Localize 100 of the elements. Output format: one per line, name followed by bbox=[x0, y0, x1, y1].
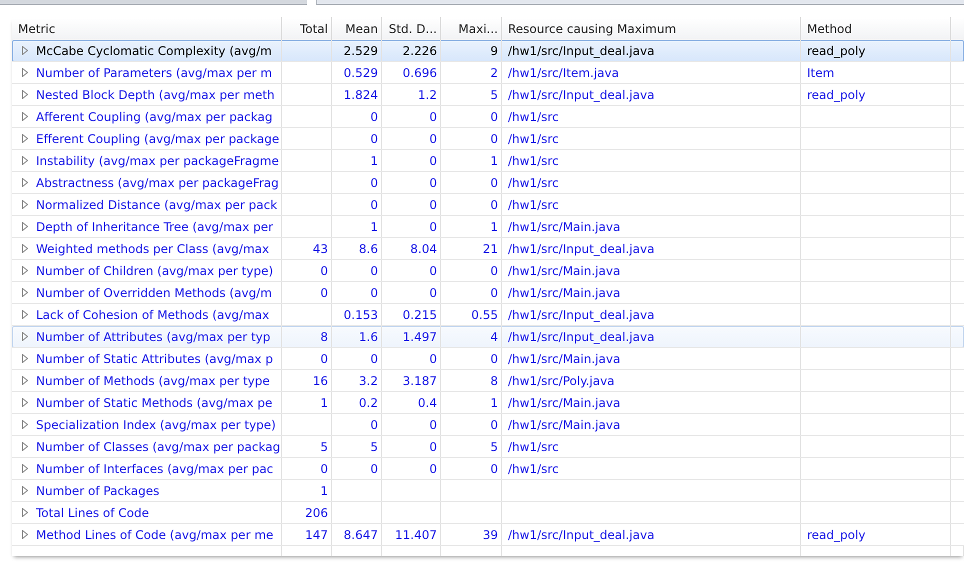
table-cell: Number of Attributes (avg/max per typ bbox=[36, 330, 270, 344]
table-cell: /hw1/src bbox=[508, 110, 559, 124]
expand-arrow-icon[interactable] bbox=[22, 442, 28, 451]
table-row[interactable]: Number of Interfaces (avg/max per pac 0 0 0 0 /hw1/src bbox=[12, 458, 964, 480]
table-cell: /hw1/src/Main.java bbox=[508, 220, 620, 234]
table-cell: /hw1/src/Item.java bbox=[508, 66, 619, 80]
expand-arrow-icon[interactable] bbox=[22, 266, 28, 275]
table-cell: 0 bbox=[370, 132, 378, 146]
table-cell: 0 bbox=[429, 418, 437, 432]
table-row[interactable]: Number of Attributes (avg/max per typ 8 1.6 1.497 4 /hw1/src/Input_deal.java bbox=[12, 326, 964, 348]
table-row[interactable]: Instability (avg/max per packageFragme 1 0 1 /hw1/src bbox=[12, 150, 964, 172]
table-cell: /hw1/src bbox=[508, 132, 559, 146]
expand-arrow-icon[interactable] bbox=[22, 354, 28, 363]
table-cell: 0 bbox=[429, 220, 437, 234]
expand-arrow-icon[interactable] bbox=[22, 46, 28, 55]
expand-arrow-icon[interactable] bbox=[22, 464, 28, 473]
table-row[interactable]: Abstractness (avg/max per packageFrag 0 0 0 /hw1/src bbox=[12, 172, 964, 194]
table-cell: Total Lines of Code bbox=[36, 506, 150, 520]
table-row[interactable]: Total Lines of Code 206 bbox=[12, 502, 964, 524]
table-row[interactable]: Efferent Coupling (avg/max per package 0 0 0 /hw1/src bbox=[12, 128, 964, 150]
table-cell: 0 bbox=[490, 198, 498, 212]
expand-arrow-icon[interactable] bbox=[22, 420, 28, 429]
table-cell: 0 bbox=[429, 352, 437, 366]
table-cell: 8 bbox=[320, 330, 328, 344]
table-cell: /hw1/src/Main.java bbox=[508, 396, 620, 410]
table-cell: Number of Children (avg/max per type) bbox=[36, 264, 274, 278]
table-row[interactable]: Number of Children (avg/max per type) 0 0 0 0 /hw1/src/Main.java bbox=[12, 260, 964, 282]
table-row[interactable]: McCabe Cyclomatic Complexity (avg/m 2.529 2.226 9 /hw1/src/Input_deal.java read_poly bbox=[12, 40, 964, 62]
table-cell: 147 bbox=[305, 528, 328, 542]
table-row[interactable]: Specialization Index (avg/max per type) 0 0 0 /hw1/src/Main.java bbox=[12, 414, 964, 436]
table-row[interactable]: Number of Methods (avg/max per type 16 3.2 3.187 8 /hw1/src/Poly.java bbox=[12, 370, 964, 392]
table-cell: 0 bbox=[490, 418, 498, 432]
table-cell: 0.2 bbox=[358, 396, 378, 410]
table-cell: Instability (avg/max per packageFragme bbox=[36, 154, 279, 168]
table-row[interactable]: Nested Block Depth (avg/max per meth 1.824 1.2 5 /hw1/src/Input_deal.java read_poly bbox=[12, 84, 964, 106]
table-cell: 5 bbox=[370, 440, 378, 454]
expand-arrow-icon[interactable] bbox=[22, 244, 28, 253]
table-cell: Number of Classes (avg/max per packag bbox=[36, 440, 280, 454]
table-cell: 0.529 bbox=[344, 66, 378, 80]
table-row[interactable]: Number of Static Attributes (avg/max p 0 0 0 0 /hw1/src/Main.java bbox=[12, 348, 964, 370]
table-cell: Lack of Cohesion of Methods (avg/max bbox=[36, 308, 270, 322]
expand-arrow-icon[interactable] bbox=[22, 90, 28, 99]
table-row[interactable]: Depth of Inheritance Tree (avg/max per 1 0 1 /hw1/src/Main.java bbox=[12, 216, 964, 238]
table-row[interactable]: Normalized Distance (avg/max per pack 0 0 0 /hw1/src bbox=[12, 194, 964, 216]
table-cell: 1.497 bbox=[402, 330, 437, 344]
table-cell: 0.4 bbox=[418, 396, 437, 410]
table-row[interactable]: Number of Packages 1 bbox=[12, 480, 964, 502]
table-cell: 0 bbox=[490, 352, 498, 366]
table-cell: 21 bbox=[482, 242, 498, 256]
expand-arrow-icon[interactable] bbox=[22, 200, 28, 209]
expand-arrow-icon[interactable] bbox=[22, 376, 28, 385]
table-cell: 0 bbox=[490, 286, 498, 300]
table-cell: Number of Static Attributes (avg/max p bbox=[36, 352, 273, 366]
expand-arrow-icon[interactable] bbox=[22, 508, 28, 517]
table-cell: 3.2 bbox=[358, 374, 378, 388]
expand-arrow-icon[interactable] bbox=[22, 486, 28, 495]
expand-arrow-icon[interactable] bbox=[22, 398, 28, 407]
table-cell: 1 bbox=[490, 220, 498, 234]
table-cell: 0 bbox=[490, 462, 498, 476]
table-cell: /hw1/src bbox=[508, 462, 559, 476]
table-cell: /hw1/src/Main.java bbox=[508, 286, 620, 300]
expand-arrow-icon[interactable] bbox=[22, 288, 28, 297]
table-cell: Number of Interfaces (avg/max per pac bbox=[36, 462, 274, 476]
table-cell: 39 bbox=[482, 528, 498, 542]
expand-arrow-icon[interactable] bbox=[22, 112, 28, 121]
expand-arrow-icon[interactable] bbox=[22, 222, 28, 231]
table-cell: 0 bbox=[370, 198, 378, 212]
table-cell: Afferent Coupling (avg/max per packag bbox=[36, 110, 272, 124]
table-cell: 0 bbox=[429, 440, 437, 454]
table-cell: 0 bbox=[490, 176, 498, 190]
expand-arrow-icon[interactable] bbox=[22, 530, 28, 539]
expand-arrow-icon[interactable] bbox=[22, 156, 28, 165]
table-cell: 5 bbox=[320, 440, 328, 454]
expand-arrow-icon[interactable] bbox=[22, 310, 28, 319]
table-cell: 2.226 bbox=[402, 44, 437, 58]
table-cell: 0.696 bbox=[402, 66, 437, 80]
expand-arrow-icon[interactable] bbox=[22, 68, 28, 77]
table-cell: Number of Methods (avg/max per type bbox=[36, 374, 270, 388]
table-cell: 0 bbox=[370, 462, 378, 476]
table-row[interactable]: Number of Overridden Methods (avg/m 0 0 0 0 /hw1/src/Main.java bbox=[12, 282, 964, 304]
table-cell: /hw1/src/Main.java bbox=[508, 352, 620, 366]
table-row[interactable]: Number of Classes (avg/max per packag 5 5 0 5 /hw1/src bbox=[12, 436, 964, 458]
table-row[interactable]: Number of Parameters (avg/max per m 0.529 0.696 2 /hw1/src/Item.java Item bbox=[12, 62, 964, 84]
table-cell: /hw1/src/Input_deal.java bbox=[508, 308, 654, 322]
table-cell: read_poly bbox=[807, 88, 866, 102]
expand-arrow-icon[interactable] bbox=[22, 178, 28, 187]
table-cell: 0 bbox=[320, 286, 328, 300]
expand-arrow-icon[interactable] bbox=[22, 134, 28, 143]
table-row[interactable]: Afferent Coupling (avg/max per packag 0 0 0 /hw1/src bbox=[12, 106, 964, 128]
table-cell: Normalized Distance (avg/max per pack bbox=[36, 198, 278, 212]
expand-arrow-icon[interactable] bbox=[22, 332, 28, 341]
table-row[interactable]: Weighted methods per Class (avg/max 43 8.6 8.04 21 /hw1/src/Input_deal.java bbox=[12, 238, 964, 260]
table-cell: 0 bbox=[429, 286, 437, 300]
table-cell: Item bbox=[807, 66, 834, 80]
table-cell: 8 bbox=[490, 374, 498, 388]
table-row[interactable]: Method Lines of Code (avg/max per me 147 8.647 11.407 39 /hw1/src/Input_deal.java read_poly bbox=[12, 524, 964, 546]
table-row[interactable]: Number of Static Methods (avg/max pe 1 0.2 0.4 1 /hw1/src/Main.java bbox=[12, 392, 964, 414]
table-cell: 4 bbox=[490, 330, 498, 344]
table-cell: 2.529 bbox=[344, 44, 378, 58]
table-cell: 8.6 bbox=[358, 242, 378, 256]
